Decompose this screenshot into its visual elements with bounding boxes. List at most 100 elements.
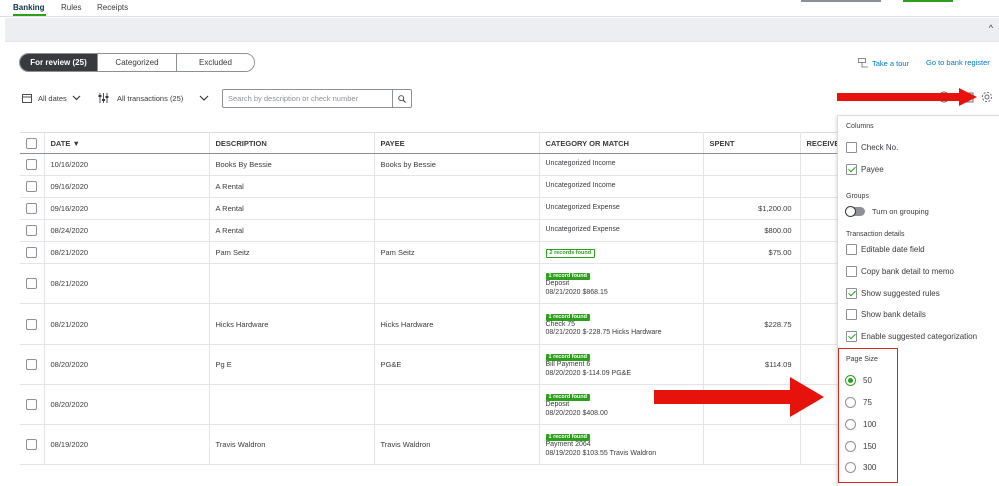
records-found-badge[interactable]: 1 record found — [545, 394, 591, 401]
records-found-badge[interactable]: 1 record found — [545, 354, 591, 361]
grouping-toggle[interactable] — [845, 206, 865, 217]
table-row[interactable]: 08/24/2020 A Rental Uncategorized Expense $… — [20, 219, 841, 242]
column-header-date[interactable]: DATE ▼ — [44, 132, 210, 154]
received-cell — [800, 303, 841, 345]
select-all-checkbox[interactable] — [26, 137, 37, 149]
row-checkbox[interactable] — [26, 181, 37, 192]
category-cell[interactable]: Uncategorized Income — [539, 153, 704, 176]
page-size-100-radio[interactable] — [845, 419, 856, 430]
option-editable-date-field[interactable]: Editable date field — [846, 244, 925, 255]
header-primary-button-edge[interactable] — [903, 0, 953, 2]
records-found-badge[interactable]: 2 records found — [545, 249, 596, 258]
category-text: Check 75 — [545, 320, 576, 328]
date-cell: 08/21/2020 — [44, 263, 210, 304]
row-checkbox[interactable] — [26, 225, 37, 236]
category-cell[interactable]: Uncategorized Income — [539, 175, 704, 198]
records-found-badge[interactable]: 1 record found — [545, 434, 591, 441]
page-size-50-radio[interactable] — [845, 375, 856, 386]
take-a-tour-link[interactable]: Take a tour — [858, 58, 909, 68]
category-cell[interactable]: 1 record found Payment 2064 08/19/2020 $10… — [539, 424, 704, 465]
page-size-option-50[interactable]: 50 — [845, 375, 872, 386]
table-row[interactable]: 09/16/2020 A Rental Uncategorized Income — [20, 175, 841, 198]
tab-for-review[interactable]: For review (25) — [20, 54, 97, 71]
tab-banking[interactable]: Banking — [13, 3, 45, 12]
page-size-150-label: 150 — [863, 442, 877, 451]
row-select-cell — [20, 175, 45, 198]
show-bank-details-checkbox[interactable] — [846, 309, 857, 320]
payee-checkbox[interactable] — [846, 164, 857, 175]
received-cell — [800, 175, 841, 198]
category-cell[interactable]: 2 records found — [539, 241, 704, 264]
copy-bank-detail-label: Copy bank detail to memo — [861, 267, 954, 276]
category-cell[interactable]: 1 record found Check 75 08/21/2020 $-228.7… — [539, 303, 704, 345]
column-option-check-no[interactable]: Check No. — [846, 142, 898, 153]
page-size-75-radio[interactable] — [845, 397, 856, 408]
editable-date-field-label: Editable date field — [861, 245, 925, 254]
row-checkbox[interactable] — [26, 439, 37, 450]
option-enable-suggested-categorization[interactable]: Enable suggested categorization — [846, 331, 977, 342]
column-option-payee[interactable]: Payee — [846, 164, 884, 175]
enable-suggested-categorization-label: Enable suggested categorization — [861, 332, 978, 341]
page-size-300-radio[interactable] — [845, 462, 856, 473]
account-summary-collapsed-bar[interactable]: ^ — [5, 18, 999, 42]
table-row[interactable]: 08/19/2020 Travis Waldron Travis Waldron 1 … — [20, 424, 841, 465]
description-cell: A Rental — [209, 197, 375, 220]
table-row[interactable]: 08/21/2020 Hicks Hardware Hicks Hardware 1 … — [20, 303, 841, 345]
date-cell: 08/21/2020 — [44, 241, 210, 264]
description-cell: A Rental — [209, 175, 375, 198]
description-cell: Pam Seitz — [209, 241, 375, 264]
table-row[interactable]: 10/16/2020 Books By Bessie Books by Bessie… — [20, 153, 841, 176]
payee-cell: PG&E — [374, 344, 540, 385]
tab-categorized[interactable]: Categorized — [97, 54, 176, 71]
option-show-suggested-rules[interactable]: Show suggested rules — [846, 288, 940, 299]
page-size-150-radio[interactable] — [845, 441, 856, 452]
payee-cell — [374, 175, 540, 198]
records-found-badge[interactable]: 1 record found — [545, 273, 591, 280]
caret-up-icon[interactable]: ^ — [989, 23, 993, 33]
option-copy-bank-detail[interactable]: Copy bank detail to memo — [846, 266, 954, 277]
row-checkbox[interactable] — [26, 278, 37, 289]
go-to-bank-register-link[interactable]: Go to bank register — [926, 58, 990, 67]
row-select-cell — [20, 344, 45, 385]
transaction-filter-dropdown[interactable]: All transactions (25) — [98, 89, 209, 107]
search-button[interactable] — [392, 90, 411, 107]
page-size-option-100[interactable]: 100 — [845, 419, 876, 430]
editable-date-field-checkbox[interactable] — [846, 244, 857, 255]
description-cell: Books By Bessie — [209, 153, 375, 176]
transaction-details-heading: Transaction details — [846, 231, 905, 238]
search-input[interactable] — [223, 90, 387, 107]
table-row[interactable]: 08/21/2020 1 record found Deposit 08/21/202… — [20, 263, 841, 304]
tab-excluded[interactable]: Excluded — [176, 54, 254, 71]
check-no-checkbox[interactable] — [846, 142, 857, 153]
page-size-option-150[interactable]: 150 — [845, 441, 876, 452]
row-checkbox[interactable] — [26, 247, 37, 258]
category-cell[interactable]: 1 record found Deposit 08/21/2020 $868.15 — [539, 263, 704, 304]
row-checkbox[interactable] — [26, 159, 37, 170]
grouping-toggle-row[interactable]: Turn on grouping — [845, 206, 929, 217]
option-show-bank-details[interactable]: Show bank details — [846, 309, 926, 320]
page-size-75-label: 75 — [863, 398, 872, 407]
page-size-option-75[interactable]: 75 — [845, 397, 872, 408]
column-header-spent: SPENT — [703, 132, 801, 154]
table-row[interactable]: 08/21/2020 Pam Seitz Pam Seitz 2 records fo… — [20, 241, 841, 264]
row-checkbox[interactable] — [26, 399, 37, 410]
copy-bank-detail-checkbox[interactable] — [846, 266, 857, 277]
show-suggested-rules-checkbox[interactable] — [846, 288, 857, 299]
category-cell[interactable]: Uncategorized Expense — [539, 219, 704, 242]
page-size-option-300[interactable]: 300 — [845, 462, 876, 473]
date-filter-dropdown[interactable]: All dates — [22, 89, 81, 107]
row-checkbox[interactable] — [26, 359, 37, 370]
row-checkbox[interactable] — [26, 318, 37, 330]
tab-rules[interactable]: Rules — [61, 3, 81, 12]
header-button-edge[interactable] — [801, 0, 881, 2]
row-select-cell — [20, 424, 45, 465]
tab-receipts[interactable]: Receipts — [97, 3, 128, 12]
enable-suggested-categorization-checkbox[interactable] — [846, 331, 857, 342]
category-cell[interactable]: Uncategorized Expense — [539, 197, 704, 220]
table-row[interactable]: 09/16/2020 A Rental Uncategorized Expense $… — [20, 197, 841, 220]
gear-icon[interactable] — [981, 91, 993, 103]
row-checkbox[interactable] — [26, 203, 37, 214]
received-cell — [800, 219, 841, 242]
groups-heading: Groups — [846, 193, 869, 200]
records-found-badge[interactable]: 1 record found — [545, 313, 591, 321]
